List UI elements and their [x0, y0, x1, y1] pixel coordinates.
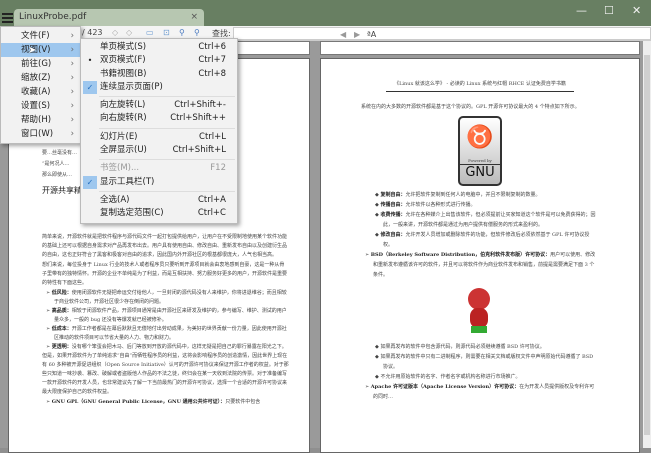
- bullet-item: ◆ 不允许用原始软件的名字、作者名字或机构名称进行市场推广。: [375, 374, 521, 380]
- zoom-in-icon[interactable]: ⚲: [194, 28, 200, 37]
- menu-item-single-page[interactable]: 单页模式(S) Ctrl+6: [81, 41, 237, 54]
- bullet-item: ➢ 高品质：相较于闭源软件产品，开源项目通常是由开源社区来研发及维护的，参与编写…: [46, 308, 287, 323]
- menu-item-continuous[interactable]: ✓ 连续显示页面(P): [81, 80, 237, 94]
- scrollbar-thumb[interactable]: [644, 55, 650, 435]
- maximize-button[interactable]: ☐: [604, 4, 614, 17]
- menu-item-bookmarks: 书签(M)... F12: [100, 163, 226, 174]
- bullet-item: ◆ 修改自由：允许开发人员增加或删除软件的功能，但软件修改后必须依然基于 GPL…: [375, 232, 590, 248]
- menu-item-go[interactable]: 前往(G) ›: [1, 57, 80, 71]
- paragraph: 系统在内的大多数的开源软件都是基于这个协议的。GPL 开源许可协议最大的 4 个…: [361, 104, 580, 110]
- menu-item-favorites[interactable]: 收藏(A) ›: [1, 85, 80, 99]
- page-header: 《Linux 就该这么学》 - 必读的 Linux 系统与红帽 RHCE 认证免…: [386, 79, 574, 92]
- page-total: / 423: [82, 28, 103, 37]
- gnu-logo: ♉ Powered by GNU: [458, 116, 502, 186]
- back-icon[interactable]: ◇: [112, 28, 118, 37]
- right-page: 《Linux 就该这么学》 - 必读的 Linux 系统与红帽 RHCE 认证免…: [320, 58, 640, 453]
- menu-item-settings[interactable]: 设置(S) ›: [1, 99, 80, 113]
- menu-separator: [99, 190, 235, 192]
- bsd-daemon-image: [460, 284, 500, 338]
- close-tab-icon[interactable]: ×: [190, 12, 198, 22]
- bullet-item: ◆ 如果再发布的软件中包含源代码，则源代码必须继续遵循 BSD 许可协议。: [375, 344, 545, 350]
- bullet-item: ➢ 低风险：使用闭源软件无疑把命运交付给他人，一旦封闭的源代码没有人来维护，你将…: [46, 290, 287, 305]
- menu-item-window[interactable]: 窗口(W) ›: [1, 127, 80, 141]
- menu-separator: [99, 127, 235, 129]
- menu-item-view[interactable]: 视图(V) ›: [1, 43, 80, 57]
- bullet-item: ➢ 更透明：没有哪个笨蛋会把木马、后门等放到开放的源代码中，这样无疑是把自己的罪…: [46, 344, 287, 350]
- gnu-head-icon: ♉: [466, 125, 494, 150]
- view-submenu: 单页模式(S) Ctrl+6 • 双页模式(F) Ctrl+7 书籍视图(B) Ctrl…: [80, 38, 238, 224]
- bullet-item: ➢ GNU GPL（GNU General Public License，GNU…: [46, 399, 261, 405]
- document-tab[interactable]: LinuxProbe.pdf ×: [14, 9, 204, 27]
- tab-title: LinuxProbe.pdf: [19, 12, 87, 22]
- forward-icon[interactable]: ◇: [126, 28, 132, 37]
- menu-item-file[interactable]: 文件(F) ›: [1, 29, 80, 43]
- menu-separator: [99, 159, 235, 161]
- minimize-button[interactable]: —: [576, 4, 587, 17]
- paragraph: 但是，如果开源软件为了单纯追求“自由”而牺牲程序员的利益，这将会影响程序员的创造…: [42, 353, 289, 395]
- bullet-item: ◆ 复制自由：允许把软件复制到任何人的电脑中，并且不限制复制的数量。: [375, 192, 541, 198]
- checkmark-icon: ✓: [83, 80, 97, 94]
- fit-width-icon[interactable]: ▭: [146, 28, 154, 37]
- menu-item-zoom[interactable]: 缩放(Z) ›: [1, 71, 80, 85]
- menu-item-book-view[interactable]: 书籍视图(B) Ctrl+8: [81, 68, 237, 81]
- bullet-item: ➢ 低成本：开源工作者都是在幕后默默且无偿地付出劳动成果，为美好的世界贡献一份力…: [46, 326, 287, 341]
- menu-item-show-toolbar[interactable]: ✓ 显示工具栏(T): [81, 175, 237, 189]
- paragraph: 想们来说，每位投身于 Linux 行业的技术人或者程序员只要听到开源项目就会由衷…: [42, 262, 288, 286]
- menu-item-fullscreen[interactable]: 全屏显示(U) Ctrl+Shift+L: [81, 144, 237, 157]
- menu-item-double-page[interactable]: • 双页模式(F) Ctrl+7: [81, 54, 237, 67]
- mouse-cursor-icon: ➤: [28, 45, 37, 56]
- hamburger-menu-icon[interactable]: [2, 13, 13, 23]
- checkmark-icon: ✓: [83, 175, 97, 189]
- zoom-out-icon[interactable]: ⚲: [179, 28, 185, 37]
- radio-dot-icon: •: [87, 56, 93, 66]
- find-input[interactable]: ◀ ▶ ªA: [233, 27, 651, 40]
- menu-item-help[interactable]: 帮助(H) ›: [1, 113, 80, 127]
- bullet-item: ◆ 传播自由：允许软件以各种形式进行传播。: [375, 202, 476, 208]
- bullet-item: ➢ BSD（Berkeley Software Distribution，伯克利…: [365, 252, 596, 278]
- bullet-item: ◆ 如果再发布的软件中只有二进制程序，则需要在相关文档或版权文件中声明原始代码遵…: [375, 354, 594, 370]
- menu-item-rotate-left[interactable]: 向左旋转(L) Ctrl+Shift+-: [81, 99, 237, 112]
- title-bar: LinuxProbe.pdf × — ☐ ✕: [0, 0, 651, 27]
- paragraph: 简单来说，开源软件就是把软件程序与源代码文件一起打包提供给用户，让用户在不受限制…: [42, 234, 288, 258]
- left-page-lower: 简单来说，开源软件就是把软件程序与源代码文件一起打包提供给用户，让用户在不受限制…: [42, 233, 289, 407]
- match-case-icon[interactable]: ªA: [367, 30, 376, 39]
- vertical-scrollbar[interactable]: [643, 41, 651, 448]
- close-window-button[interactable]: ✕: [632, 4, 641, 17]
- menu-item-copy-selection[interactable]: 复制选定范围(C) Ctrl+C: [81, 207, 237, 220]
- menu-item-slideshow[interactable]: 幻灯片(E) Ctrl+L: [81, 131, 237, 144]
- bullet-item: ◆ 收费传播：允许在各种媒介上出售该软件，但必须提前让买家知道这个软件是可以免费…: [375, 212, 596, 228]
- menu-separator: [99, 96, 235, 98]
- menu-item-rotate-right[interactable]: 向右旋转(R) Ctrl+Shift++: [81, 112, 237, 125]
- find-prev-icon[interactable]: ◀: [340, 30, 346, 39]
- previous-page-right: [320, 41, 640, 55]
- fit-page-icon[interactable]: ⊡: [163, 28, 170, 37]
- bullet-item: ➢ Apache 许可证版本（Apache License Version）许可…: [365, 384, 595, 400]
- find-next-icon[interactable]: ▶: [354, 30, 360, 39]
- main-menu: 文件(F) › 视图(V) › 前往(G) › 缩放(Z) › 收藏(A) › 设置(S)…: [0, 26, 81, 144]
- menu-item-select-all[interactable]: 全选(A) Ctrl+A: [81, 194, 237, 207]
